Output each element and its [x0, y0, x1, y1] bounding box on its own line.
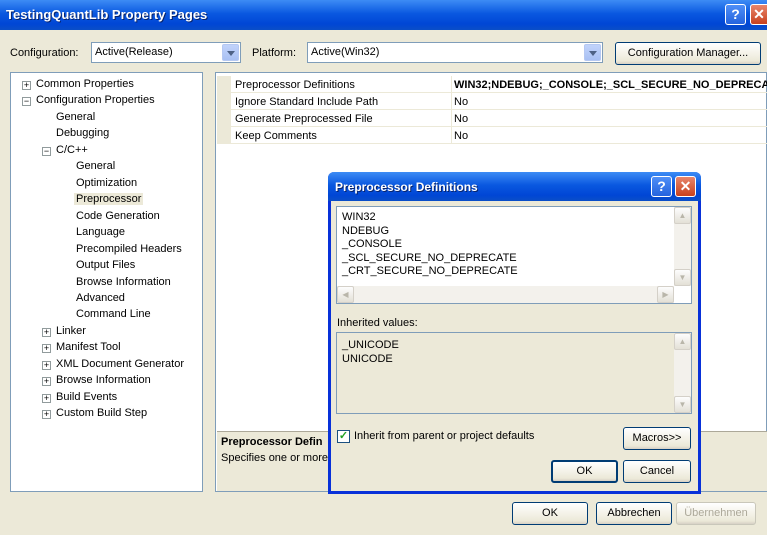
definitions-text[interactable]: WIN32 NDEBUG _CONSOLE _SCL_SECURE_NO_DEP… [342, 211, 518, 279]
tree-item-common-properties[interactable]: Common Properties [36, 78, 134, 90]
property-row[interactable]: Preprocessor Definitions WIN32;NDEBUG;_C… [217, 76, 767, 93]
dialog-cancel-button[interactable]: Cancel [623, 460, 691, 483]
expand-icon[interactable]: + [42, 328, 51, 337]
configuration-dropdown[interactable]: Active(Release) [91, 42, 241, 63]
tree-item-precompiled-headers[interactable]: Precompiled Headers [76, 243, 182, 255]
property-value[interactable]: WIN32;NDEBUG;_CONSOLE;_SCL_SECURE_NO_DEP… [454, 79, 767, 91]
close-icon[interactable]: ✕ [750, 4, 767, 25]
tree-item-build-events[interactable]: Build Events [56, 391, 117, 403]
expand-icon[interactable]: + [42, 344, 51, 353]
tree-item-browse-information-2[interactable]: Browse Information [56, 374, 151, 386]
horizontal-scrollbar[interactable]: ◀ ▶ [337, 286, 674, 303]
configuration-label: Configuration: [10, 47, 79, 59]
close-icon[interactable]: ✕ [675, 176, 696, 197]
expand-icon[interactable]: + [42, 377, 51, 386]
property-tree[interactable]: + Common Properties − Configuration Prop… [10, 72, 203, 492]
tree-item-preprocessor[interactable]: Preprocessor [74, 193, 144, 205]
scroll-down-icon[interactable]: ▼ [674, 269, 691, 286]
preprocessor-definitions-dialog: Preprocessor Definitions ? ✕ WIN32 NDEBU… [328, 172, 701, 494]
vertical-scrollbar[interactable]: ▲ ▼ [674, 333, 691, 413]
inherit-checkbox-label[interactable]: Inherit from parent or project defaults [354, 430, 534, 442]
dialog-ok-button[interactable]: OK [551, 460, 618, 483]
dialog-titlebar: Preprocessor Definitions ? ✕ [328, 172, 701, 201]
configuration-value: Active(Release) [95, 46, 173, 58]
tree-item-custom-build-step[interactable]: Custom Build Step [56, 407, 147, 419]
tree-item-optimization[interactable]: Optimization [76, 177, 137, 189]
platform-value: Active(Win32) [311, 46, 380, 58]
inherit-checkbox[interactable]: ✓ [337, 430, 350, 443]
tree-item-linker[interactable]: Linker [56, 325, 86, 337]
description-title: Preprocessor Defin [221, 436, 323, 448]
property-name: Keep Comments [235, 130, 317, 142]
tree-item-browse-information[interactable]: Browse Information [76, 276, 171, 288]
property-value[interactable]: No [454, 96, 767, 108]
tree-item-advanced[interactable]: Advanced [76, 292, 125, 304]
collapse-icon[interactable]: − [42, 147, 51, 156]
help-icon[interactable]: ? [651, 176, 672, 197]
tree-item-language[interactable]: Language [76, 226, 125, 238]
macros-button[interactable]: Macros>> [623, 427, 691, 450]
scroll-up-icon[interactable]: ▲ [674, 207, 691, 224]
chevron-down-icon[interactable] [584, 44, 601, 61]
expand-icon[interactable]: + [42, 394, 51, 403]
tree-item-output-files[interactable]: Output Files [76, 259, 135, 271]
cancel-button[interactable]: Abbrechen [596, 502, 672, 525]
property-row[interactable]: Generate Preprocessed File No [217, 110, 767, 127]
scroll-up-icon[interactable]: ▲ [674, 333, 691, 350]
dialog-title: Preprocessor Definitions [335, 180, 478, 194]
tree-item-command-line[interactable]: Command Line [76, 308, 151, 320]
inherited-values-box: _UNICODE UNICODE ▲ ▼ [336, 332, 692, 414]
ok-button[interactable]: OK [512, 502, 588, 525]
help-icon[interactable]: ? [725, 4, 746, 25]
tree-item-general[interactable]: General [56, 111, 95, 123]
inherited-values-label: Inherited values: [337, 317, 418, 329]
tree-item-configuration-properties[interactable]: Configuration Properties [36, 94, 155, 106]
vertical-scrollbar[interactable]: ▲ ▼ [674, 207, 691, 286]
expand-icon[interactable]: + [22, 81, 31, 90]
property-name: Preprocessor Definitions [235, 79, 355, 91]
property-row[interactable]: Ignore Standard Include Path No [217, 93, 767, 110]
scroll-right-icon[interactable]: ▶ [657, 286, 674, 303]
scroll-left-icon[interactable]: ◀ [337, 286, 354, 303]
platform-dropdown[interactable]: Active(Win32) [307, 42, 603, 63]
property-value[interactable]: No [454, 113, 767, 125]
property-name: Generate Preprocessed File [235, 113, 373, 125]
tree-item-cpp[interactable]: C/C++ [56, 144, 88, 156]
expand-icon[interactable]: + [42, 361, 51, 370]
tree-item-code-generation[interactable]: Code Generation [76, 210, 160, 222]
expand-icon[interactable]: + [42, 410, 51, 419]
inherited-values-text: _UNICODE UNICODE [342, 339, 399, 365]
property-row[interactable]: Keep Comments No [217, 127, 767, 144]
tree-item-xml-document-generator[interactable]: XML Document Generator [56, 358, 184, 370]
property-value[interactable]: No [454, 130, 767, 142]
collapse-icon[interactable]: − [22, 97, 31, 106]
property-name: Ignore Standard Include Path [235, 96, 379, 108]
configuration-manager-button[interactable]: Configuration Manager... [615, 42, 761, 65]
window-title: TestingQuantLib Property Pages [6, 7, 208, 22]
tree-item-cpp-general[interactable]: General [76, 160, 115, 172]
tree-item-manifest-tool[interactable]: Manifest Tool [56, 341, 121, 353]
definitions-textarea[interactable]: WIN32 NDEBUG _CONSOLE _SCL_SECURE_NO_DEP… [336, 206, 692, 304]
apply-button[interactable]: Übernehmen [676, 502, 756, 525]
platform-label: Platform: [252, 47, 297, 59]
scroll-down-icon[interactable]: ▼ [674, 396, 691, 413]
window-titlebar: TestingQuantLib Property Pages ? ✕ [0, 0, 767, 30]
chevron-down-icon[interactable] [222, 44, 239, 61]
tree-item-debugging[interactable]: Debugging [56, 127, 109, 139]
description-text: Specifies one or more [221, 452, 328, 464]
